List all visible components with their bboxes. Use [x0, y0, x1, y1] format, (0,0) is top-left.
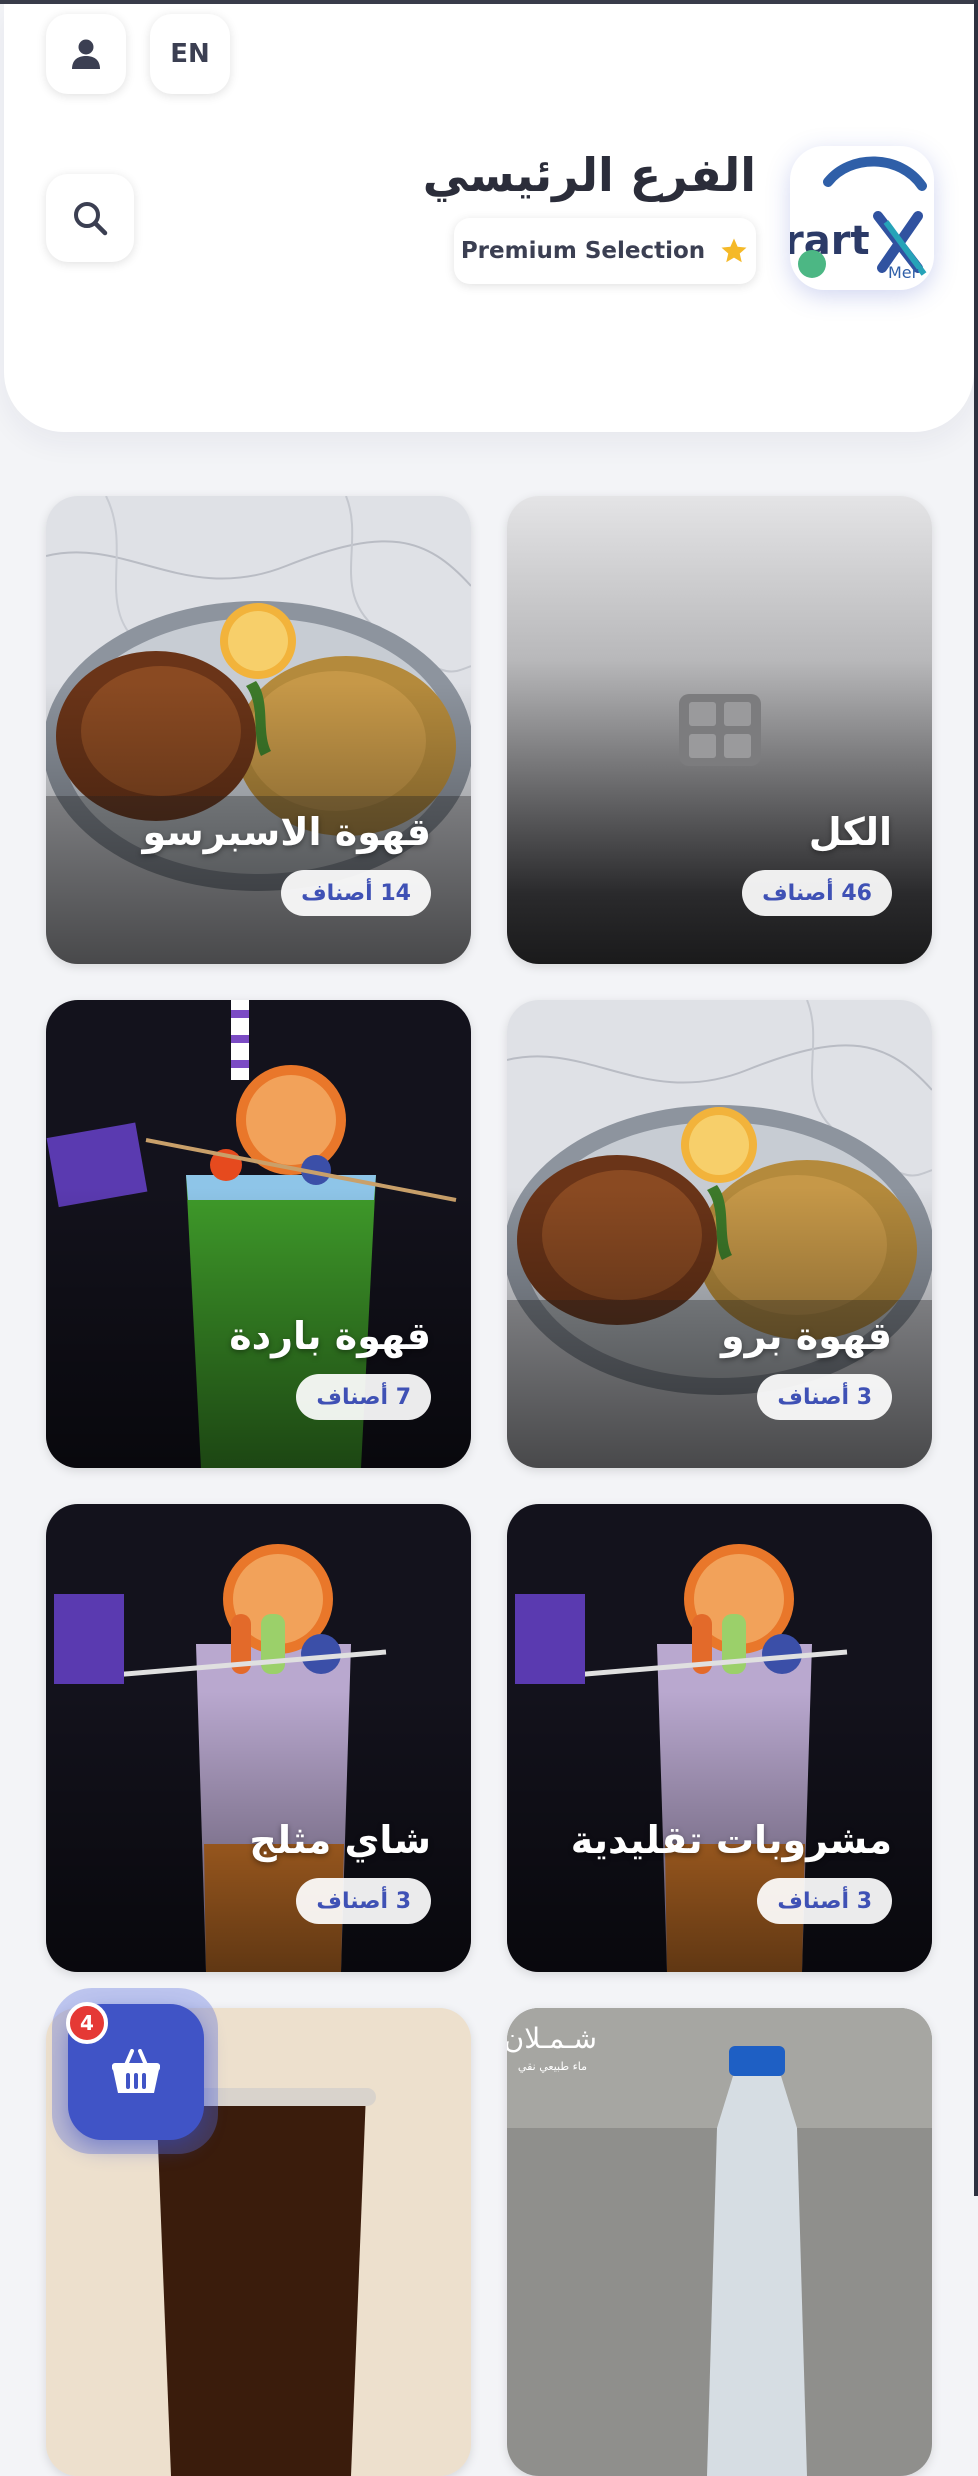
search-icon	[74, 202, 108, 236]
category-card-brew[interactable]: قهوة برو 3 أصناف	[507, 1000, 932, 1468]
category-title: قهوة باردة	[229, 1314, 431, 1358]
category-count-badge: 3 أصناف	[296, 1878, 431, 1924]
search-button[interactable]	[46, 174, 134, 262]
window-right-edge	[974, 0, 978, 2196]
branch-title: الفرع الرئيسي	[422, 148, 756, 202]
category-title: شاي مثلج	[249, 1818, 431, 1862]
restaurant-logo: rart Mer	[790, 146, 934, 290]
category-card-all[interactable]: الكل 46 أصناف	[507, 496, 932, 964]
basket-icon	[112, 2049, 160, 2093]
water-brand: شـمـلان	[507, 2022, 597, 2055]
premium-badge-label: Premium Selection	[460, 238, 706, 264]
category-count-badge: 3 أصناف	[757, 1878, 892, 1924]
language-toggle-button[interactable]: EN	[150, 14, 230, 94]
premium-badge: Premium Selection	[454, 218, 756, 284]
logo-subtext: Mer	[888, 263, 919, 282]
category-title: قهوة برو	[721, 1314, 892, 1358]
grid-icon	[679, 694, 761, 766]
category-card-water[interactable]: شـمـلان ماء طبيعي نقي	[507, 2008, 932, 2476]
category-card-espresso[interactable]: قهوة الاسبرسو 14 أصناف	[46, 496, 471, 964]
category-count-badge: 3 أصناف	[757, 1374, 892, 1420]
category-count-badge: 7 أصناف	[296, 1374, 431, 1420]
profile-button[interactable]	[46, 14, 126, 94]
category-count-badge: 14 أصناف	[281, 870, 431, 916]
category-card-iced-coffee[interactable]: قهوة باردة 7 أصناف	[46, 1000, 471, 1468]
category-count-badge: 46 أصناف	[742, 870, 892, 916]
user-icon	[72, 39, 100, 69]
star-icon	[721, 238, 747, 263]
water-bottle-image: شـمـلان ماء طبيعي نقي	[507, 2008, 932, 2476]
category-card-traditional[interactable]: مشروبات تقليدية 3 أصناف	[507, 1504, 932, 1972]
category-title: الكل	[808, 810, 892, 854]
cart-count-badge: 4	[66, 2002, 108, 2044]
category-title: مشروبات تقليدية	[570, 1818, 892, 1862]
category-card-iced-tea[interactable]: شاي مثلج 3 أصناف	[46, 1504, 471, 1972]
water-brand-sub: ماء طبيعي نقي	[518, 2060, 587, 2073]
category-title: قهوة الاسبرسو	[142, 810, 432, 854]
